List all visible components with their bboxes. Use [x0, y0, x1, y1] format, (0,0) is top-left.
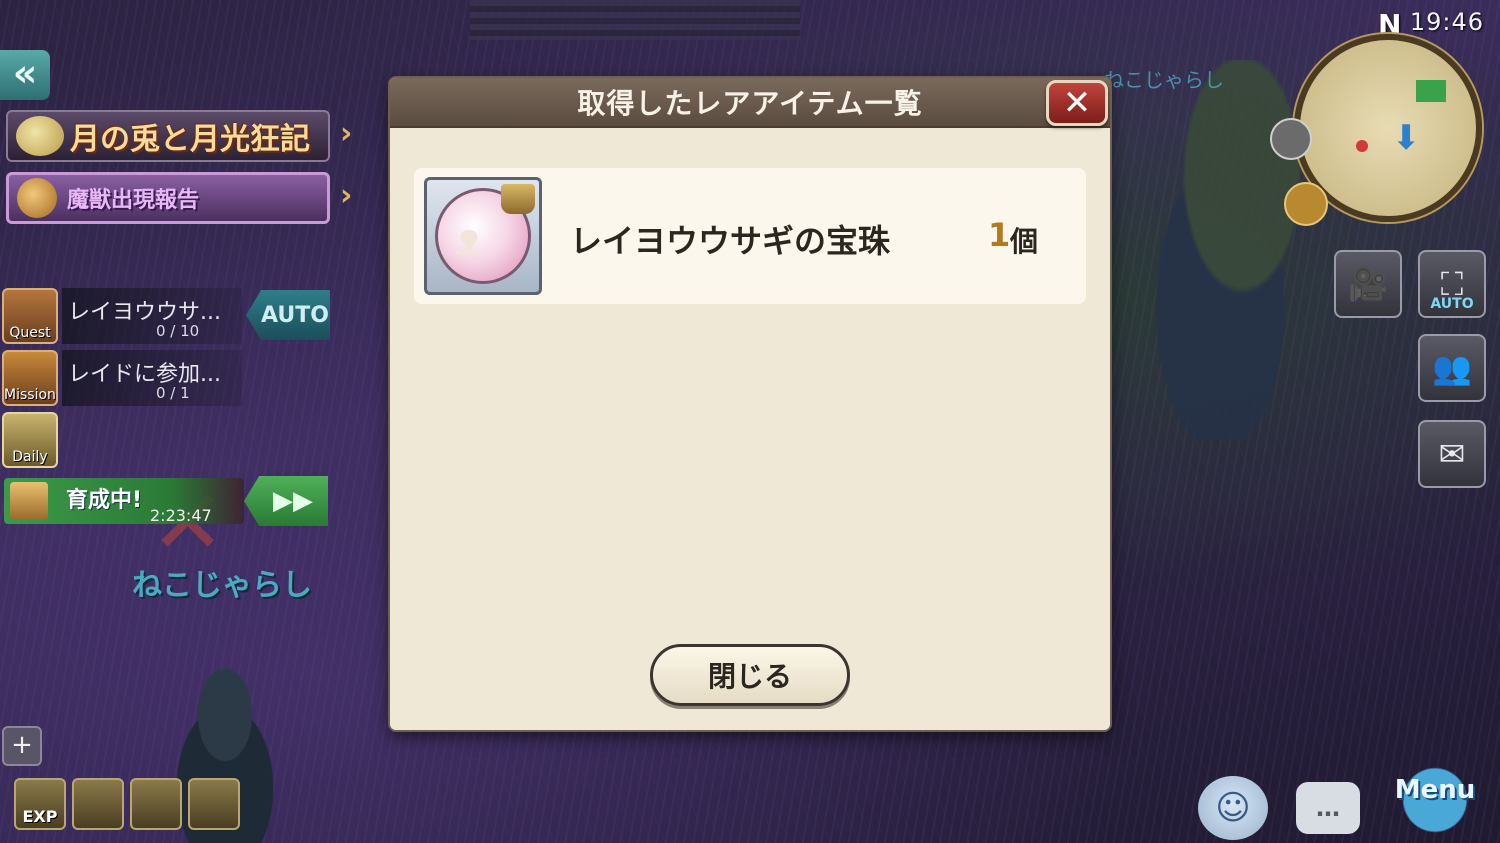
exp-boost-icon[interactable]: EXP [14, 778, 66, 830]
enemy-dot [1356, 140, 1368, 152]
mission-name: レイドに参加... [68, 362, 221, 387]
party-icon: 👥 [1432, 349, 1472, 387]
mission-icon-label: Mission [4, 387, 56, 403]
item-unit: 個 [1010, 225, 1039, 258]
mission-progress: 0 / 1 [156, 384, 190, 402]
dialog-header: 取得したレアアイテム一覧 [390, 78, 1110, 128]
auto-quest-button[interactable]: AUTO [246, 290, 330, 340]
close-icon[interactable]: ✕ [1046, 80, 1108, 126]
treasure-chest-icon [10, 482, 48, 520]
chevron-right-icon[interactable]: › [340, 116, 352, 151]
close-button[interactable]: 閉じる [650, 644, 850, 706]
rabbit-icon [16, 116, 64, 156]
beast-report-banner[interactable]: 魔獣出現報告 [6, 172, 330, 224]
other-player-name: ねこじゃらし [1104, 68, 1224, 92]
mission-info[interactable]: レイドに参加... 0 / 1 [62, 350, 242, 406]
flag-icon [1416, 80, 1446, 102]
item-quantity: 1 [988, 216, 1011, 254]
plus-icon: + [11, 730, 33, 760]
rabbit-orb-icon[interactable]: ᴥ [424, 177, 542, 295]
auto-camera-button[interactable]: ⛶ AUTO [1418, 250, 1486, 318]
quest-progress: 0 / 10 [156, 322, 200, 340]
party-button[interactable]: 👥 [1418, 334, 1486, 402]
map-pin-icon: ⬇ [1392, 118, 1421, 158]
dialog-title: 取得したレアアイテム一覧 [577, 87, 923, 120]
mission-icon[interactable]: Mission [2, 350, 58, 406]
rabbit-face-icon: ᴥ [455, 212, 483, 266]
training-label: 育成中! [66, 488, 143, 513]
daily-button[interactable]: Daily [2, 412, 58, 468]
daily-label: Daily [12, 449, 48, 465]
emote-button[interactable]: ☺ [1198, 776, 1268, 840]
clock: 19:46 [1409, 8, 1484, 36]
rare-items-dialog: 取得したレアアイテム一覧 ᴥ レイヨウウサギの宝珠 1 個 閉じる [390, 78, 1110, 730]
expand-button[interactable]: + [2, 726, 42, 766]
auto-camera-label: AUTO [1430, 296, 1474, 312]
event-banner[interactable]: 月の兎と月光狂記 [6, 110, 330, 162]
beast-icon [17, 178, 57, 218]
fast-forward-button[interactable]: ▶▶ [244, 476, 328, 526]
menu-button[interactable]: Menu [1380, 740, 1490, 840]
fast-forward-icon: ▶▶ [273, 486, 313, 516]
clock-boost-icon[interactable] [72, 778, 124, 830]
beast-report-title: 魔獣出現報告 [67, 188, 200, 213]
training-timer: 2:23:47 [150, 506, 212, 525]
double-chevron-left-icon: « [12, 51, 38, 95]
quest-icon[interactable]: Quest [2, 288, 58, 344]
training-status[interactable]: 育成中! 2:23:47 [4, 478, 244, 525]
quest-info[interactable]: レイヨウウサ... 0 / 10 [62, 288, 242, 344]
item-row[interactable]: ᴥ レイヨウウサギの宝珠 1 個 [414, 168, 1086, 304]
event-banner-title: 月の兎と月光狂記 [70, 122, 310, 157]
mail-button[interactable]: ✉ [1418, 420, 1486, 488]
quest-tracker-row[interactable]: Quest レイヨウウサ... 0 / 10 [2, 288, 242, 344]
boots-boost-icon[interactable] [130, 778, 182, 830]
mission-tracker-row[interactable]: Mission レイドに参加... 0 / 1 [2, 350, 242, 406]
player-name-tag: ねこじゃらし [132, 568, 312, 603]
minimap-pet-button[interactable] [1284, 182, 1328, 226]
basket-boost-icon[interactable] [188, 778, 240, 830]
gem-cap-icon [501, 184, 535, 214]
camera-icon: 🎥 [1348, 265, 1388, 303]
mail-icon: ✉ [1438, 435, 1466, 473]
quest-icon-label: Quest [9, 325, 51, 341]
minimap-toggle-button[interactable] [1270, 118, 1312, 160]
chevron-right-icon[interactable]: › [340, 178, 352, 213]
back-button[interactable]: « [0, 50, 50, 100]
chat-bubble-icon: … [1316, 794, 1340, 822]
chat-button[interactable]: … [1296, 782, 1360, 834]
smiley-icon: ☺ [1215, 788, 1251, 828]
item-name: レイヨウウサギの宝珠 [570, 222, 891, 260]
bottom-left-toolbar: EXP [14, 778, 240, 830]
stone-stairs [470, 0, 800, 40]
camera-button[interactable]: 🎥 [1334, 250, 1402, 318]
